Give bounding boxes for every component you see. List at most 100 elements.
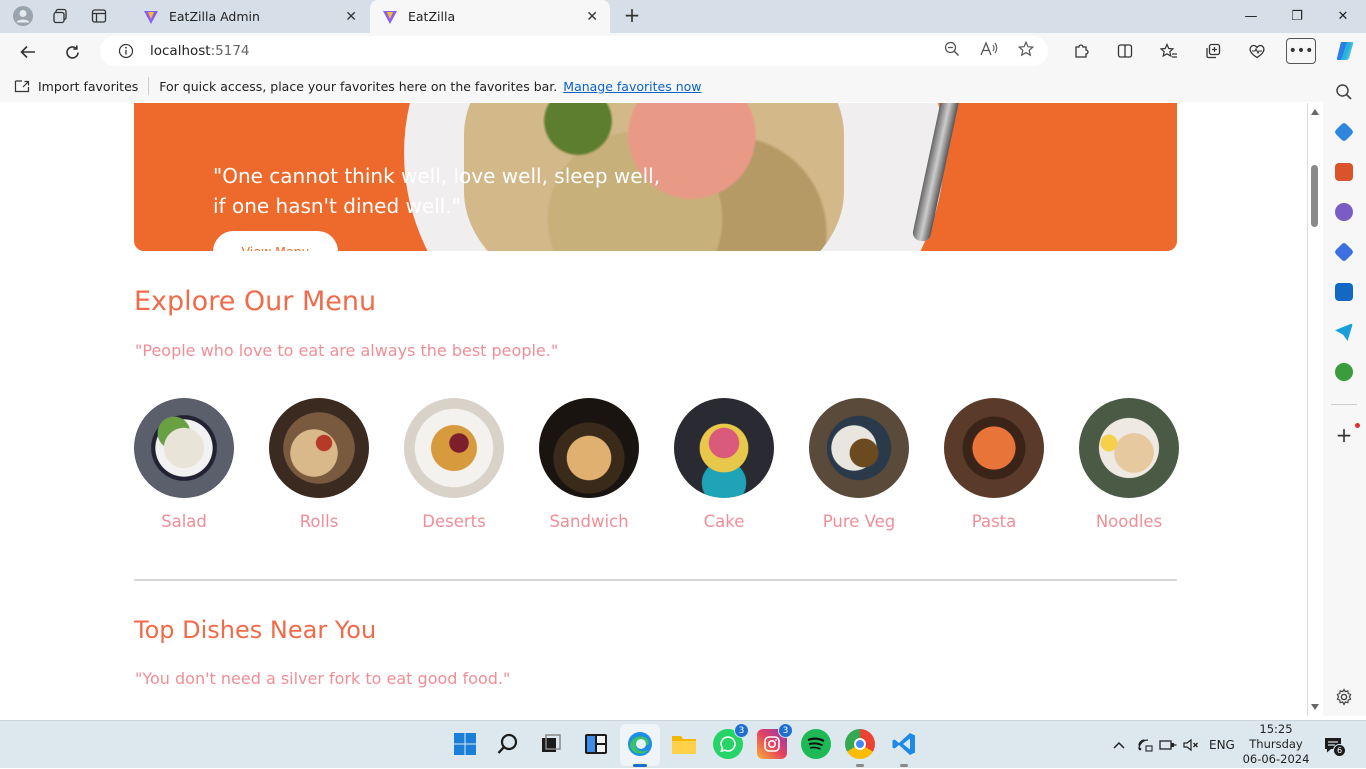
games-icon[interactable] — [1335, 203, 1353, 221]
favorite-star-icon[interactable] — [1017, 40, 1035, 61]
scroll-thumb[interactable] — [1311, 165, 1318, 227]
clock-time: 15:25 — [1259, 722, 1293, 736]
tab-eatzilla-admin[interactable]: EatZilla Admin ✕ — [131, 0, 369, 33]
chrome-running-indicator — [856, 764, 864, 767]
cake-image — [674, 398, 774, 498]
menu-item-noodles[interactable]: Noodles — [1079, 398, 1179, 531]
back-button[interactable] — [14, 39, 42, 65]
copilot-icon[interactable] — [1330, 38, 1360, 64]
new-tab-button[interactable]: + — [620, 4, 644, 28]
clock-day: Thursday — [1249, 737, 1303, 751]
add-sidebar-app-icon[interactable]: + — [1335, 425, 1353, 445]
tray-chevron-icon[interactable] — [1112, 721, 1126, 769]
hero-quote-line-2: if one hasn't dined well." — [213, 194, 461, 218]
menu-item-deserts[interactable]: Deserts — [404, 398, 504, 531]
scroll-down-arrow-icon[interactable] — [1311, 704, 1319, 710]
favorites-hint: For quick access, place your favorites h… — [159, 78, 558, 94]
menu-item-pasta[interactable]: Pasta — [944, 398, 1044, 531]
top-dishes-quote: "You don't need a silver fork to eat goo… — [135, 669, 511, 688]
manage-favorites-link[interactable]: Manage favorites now — [563, 79, 701, 94]
notification-center-icon[interactable]: 6 — [1323, 721, 1346, 769]
file-explorer-icon[interactable] — [669, 729, 699, 759]
close-tab-icon[interactable]: ✕ — [345, 9, 357, 25]
tree-icon[interactable] — [1335, 363, 1353, 381]
more-menu-button[interactable]: ••• — [1286, 38, 1316, 64]
outlook-icon[interactable] — [1335, 283, 1353, 301]
view-menu-button[interactable]: View Menu — [213, 231, 338, 251]
widgets-icon[interactable] — [581, 729, 611, 759]
read-aloud-icon[interactable] — [980, 41, 998, 61]
whatsapp-badge: 3 — [734, 723, 749, 738]
pasta-image — [944, 398, 1044, 498]
pure-veg-image — [809, 398, 909, 498]
close-tab-icon[interactable]: ✕ — [586, 9, 598, 25]
language-indicator[interactable]: ENG — [1209, 721, 1235, 769]
telegram-icon[interactable] — [1335, 323, 1353, 341]
hero-quote-line-1: "One cannot think well, love well, sleep… — [213, 164, 661, 188]
menu-item-label: Sandwich — [549, 512, 629, 531]
menu-item-salad[interactable]: Salad — [134, 398, 234, 531]
search-icon[interactable] — [1335, 83, 1353, 101]
url-text: localhost:5174 — [150, 43, 250, 59]
import-favorites-label: Import favorites — [38, 78, 139, 94]
site-info-icon[interactable] — [118, 43, 134, 59]
browser-tab-bar: EatZilla Admin ✕ EatZilla ✕ + — ❐ ✕ — [0, 0, 1366, 33]
menu-item-label: Salad — [161, 512, 207, 531]
zoom-icon[interactable] — [944, 41, 960, 61]
shopping-tag-icon[interactable] — [1333, 121, 1355, 143]
task-view-icon[interactable] — [536, 729, 566, 759]
browser-essentials-icon[interactable] — [1242, 38, 1272, 64]
search-taskbar-icon[interactable] — [493, 729, 523, 759]
refresh-button[interactable] — [58, 39, 86, 65]
edge-taskbar-icon[interactable] — [625, 729, 655, 759]
tab-actions-icon[interactable] — [84, 4, 114, 28]
menu-item-pure-veg[interactable]: Pure Veg — [809, 398, 909, 531]
vite-favicon-icon — [144, 10, 158, 24]
close-window-button[interactable]: ✕ — [1320, 0, 1366, 33]
whatsapp-icon[interactable]: 3 — [713, 723, 749, 759]
menu-item-label: Pasta — [971, 512, 1017, 531]
import-favorites-button[interactable]: Import favorites — [14, 77, 150, 95]
tab-title: EatZilla Admin — [169, 9, 260, 24]
tab-eatzilla[interactable]: EatZilla ✕ — [370, 0, 610, 33]
workspaces-icon[interactable] — [46, 4, 76, 28]
menu-item-rolls[interactable]: Rolls — [269, 398, 369, 531]
volume-muted-icon[interactable] — [1183, 721, 1199, 769]
start-windows-icon[interactable] — [450, 729, 480, 759]
network-plug-icon[interactable] — [1159, 721, 1177, 769]
rolls-image — [269, 398, 369, 498]
split-screen-icon[interactable] — [1110, 38, 1140, 64]
top-dishes-heading: Top Dishes Near You — [134, 616, 377, 644]
address-toolbar: localhost:5174 ••• — [0, 33, 1366, 70]
sidebar-settings-gear-icon[interactable] — [1335, 688, 1353, 706]
tab-title: EatZilla — [408, 9, 456, 24]
page-viewport: "One cannot think well, love well, sleep… — [4, 103, 1308, 716]
sandwich-image — [539, 398, 639, 498]
profile-icon[interactable] — [8, 4, 38, 28]
vscode-icon[interactable] — [889, 729, 919, 759]
system-clock[interactable]: 15:25 Thursday 06-06-2024 — [1240, 722, 1312, 767]
wifi-icon[interactable] — [1137, 721, 1153, 769]
notification-dot — [1355, 423, 1360, 428]
extensions-icon[interactable] — [1066, 38, 1096, 64]
edge-active-indicator — [633, 764, 647, 767]
menu-item-cake[interactable]: Cake — [674, 398, 774, 531]
edge-sidebar: + — [1323, 70, 1366, 716]
favorites-icon[interactable] — [1154, 38, 1184, 64]
page-scrollbar[interactable] — [1308, 103, 1322, 716]
microsoft-365-icon[interactable] — [1333, 241, 1355, 263]
menu-item-sandwich[interactable]: Sandwich — [539, 398, 639, 531]
instagram-icon[interactable]: 3 — [757, 723, 793, 759]
menu-item-label: Deserts — [422, 512, 486, 531]
collections-icon[interactable] — [1198, 38, 1228, 64]
chrome-icon[interactable] — [845, 729, 875, 759]
scroll-up-arrow-icon[interactable] — [1311, 109, 1319, 115]
tools-icon[interactable] — [1335, 163, 1353, 181]
spotify-icon[interactable] — [801, 729, 831, 759]
explore-quote: "People who love to eat are always the b… — [135, 341, 559, 360]
menu-item-label: Cake — [703, 512, 745, 531]
explore-heading: Explore Our Menu — [134, 286, 377, 317]
url-bar[interactable]: localhost:5174 — [100, 36, 1048, 66]
restore-button[interactable]: ❐ — [1274, 0, 1320, 33]
minimize-button[interactable]: — — [1228, 0, 1274, 33]
